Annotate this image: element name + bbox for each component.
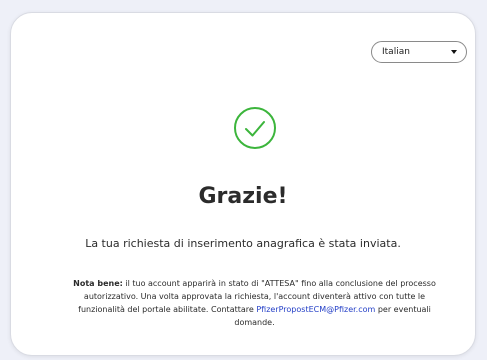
caret-down-icon (451, 50, 457, 54)
contact-prefix: Contattare (211, 305, 257, 314)
confirmation-title: Grazie! (198, 184, 288, 209)
language-select-value: Italian (382, 47, 410, 57)
note-label: Nota bene: (73, 279, 123, 288)
confirmation-subtitle: La tua richiesta di inserimento anagrafi… (85, 237, 401, 250)
check-circle-icon (234, 107, 276, 149)
contact-email-link[interactable]: PfizerPropostECM@Pfizer.com (256, 305, 375, 314)
note-paragraph: Nota bene: il tuo account apparirà in st… (71, 277, 438, 329)
language-select[interactable]: Italian (371, 41, 467, 63)
confirmation-card: Italian Grazie! La tua richiesta di inse… (10, 12, 476, 356)
